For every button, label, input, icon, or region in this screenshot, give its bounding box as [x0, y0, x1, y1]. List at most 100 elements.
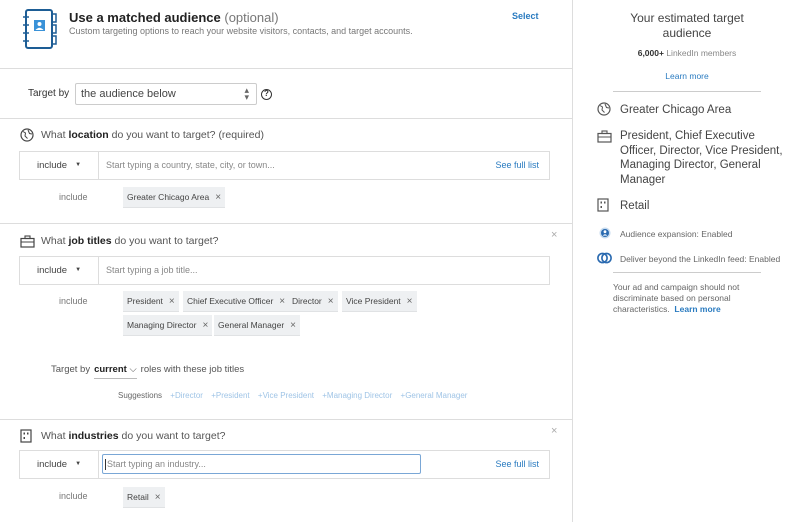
target-by-row: Target by the audience below ▴ ▾ ? — [0, 69, 573, 119]
suggestion-chip[interactable]: +President — [211, 391, 249, 400]
job-title-pill: General Manager × — [214, 315, 300, 336]
location-include-dropdown[interactable]: include ▼ — [20, 152, 99, 179]
remove-icon[interactable]: × — [279, 296, 285, 307]
linkedin-network-icon — [597, 252, 612, 264]
remove-icon[interactable]: × — [290, 320, 296, 331]
audience-expansion-status: Audience expansion: Enabled — [620, 229, 733, 239]
matched-audience-subtitle: Custom targeting options to reach your w… — [69, 26, 413, 36]
target-by-value: the audience below — [81, 88, 176, 100]
target-by-label: Target by — [28, 88, 70, 99]
estimated-audience-title: Your estimated target audience — [630, 11, 744, 40]
chevron-down-icon: ⌵ — [129, 364, 137, 375]
location-see-full-list-link[interactable]: See full list — [495, 152, 539, 179]
summary-industries: Retail — [620, 200, 650, 212]
audience-count-value: 6,000+ — [637, 48, 664, 58]
title-pre: What — [41, 235, 69, 247]
question-circle-icon[interactable]: ? — [261, 89, 272, 100]
pill-label: Director — [292, 296, 322, 306]
job-titles-title: What job titles do you want to target? — [41, 235, 218, 247]
suggestion-chip[interactable]: +General Manager — [401, 391, 468, 400]
job-titles-input-box: include ▼ Start typing a job title... — [19, 256, 550, 285]
industries-title: What industries do you want to target? — [41, 430, 225, 442]
target-by-roles-suffix: roles with these job titles — [140, 364, 245, 375]
title-pre: What — [41, 129, 69, 141]
industries-placeholder: Start typing an industry... — [107, 459, 206, 469]
targeting-panel: Use a matched audience (optional) Custom… — [0, 0, 573, 522]
remove-icon[interactable]: × — [202, 320, 208, 331]
learn-more-link[interactable]: Learn more — [574, 71, 800, 81]
job-titles-selected-label: include — [59, 296, 88, 306]
industries-section: × What industries do you want to target?… — [0, 420, 573, 522]
pill-label: Managing Director — [127, 320, 197, 330]
close-industries-icon[interactable]: × — [551, 425, 557, 437]
industries-see-full-list-link[interactable]: See full list — [495, 451, 539, 478]
pill-label: Retail — [127, 492, 149, 502]
remove-icon[interactable]: × — [215, 192, 221, 203]
title-post: do you want to target? (required) — [108, 129, 264, 141]
job-title-pill: Managing Director × — [123, 315, 213, 336]
caret-down-icon: ▼ — [75, 267, 82, 273]
divider — [613, 272, 761, 273]
location-selected-label: include — [59, 192, 88, 202]
pill-label: General Manager — [218, 320, 285, 330]
remove-icon[interactable]: × — [328, 296, 334, 307]
industries-include-dropdown[interactable]: include ▼ — [20, 451, 99, 478]
role-timing-dropdown[interactable]: current ⌵ — [94, 364, 137, 379]
text-cursor — [105, 459, 106, 471]
job-titles-input[interactable]: Start typing a job title... — [106, 257, 198, 284]
disclaimer-learn-more-link[interactable]: Learn more — [674, 304, 720, 314]
matched-audience-title-text: Use a matched audience — [69, 10, 221, 25]
building-icon — [20, 429, 32, 443]
job-title-pill: President × — [123, 291, 179, 312]
include-label: include — [36, 265, 68, 277]
location-section: What location do you want to target? (re… — [0, 120, 573, 224]
job-title-pill: Vice President × — [342, 291, 417, 312]
include-label: include — [36, 160, 68, 172]
globe-icon — [20, 128, 34, 142]
title-post: do you want to target? — [118, 430, 226, 442]
pill-label: Vice President — [346, 296, 401, 306]
suggestion-chip[interactable]: +Vice President — [258, 391, 314, 400]
audience-count: 6,000+ LinkedIn members — [574, 48, 800, 58]
industries-selected-label: include — [59, 491, 88, 501]
briefcase-icon — [20, 235, 35, 248]
industries-input[interactable]: Start typing an industry... — [102, 454, 421, 474]
divider — [613, 91, 761, 92]
target-by-roles-label: Target by — [51, 364, 91, 375]
suggestion-chip[interactable]: +Director — [170, 391, 203, 400]
address-book-icon — [23, 9, 57, 49]
caret-down-icon: ▼ — [75, 162, 82, 168]
title-bold: industries — [68, 430, 119, 442]
location-input[interactable]: Start typing a country, state, city, or … — [106, 152, 275, 179]
globe-icon — [597, 102, 611, 116]
select-matched-audience-link[interactable]: Select — [512, 11, 539, 21]
title-post: do you want to target? — [111, 235, 219, 247]
target-by-select[interactable]: the audience below ▴ ▾ — [75, 83, 257, 105]
suggestions-label: Suggestions — [118, 391, 163, 400]
job-title-pill: Director × — [288, 291, 338, 312]
suggestion-chip[interactable]: +Managing Director — [322, 391, 392, 400]
include-label: include — [36, 459, 68, 471]
location-input-box: include ▼ Start typing a country, state, … — [19, 151, 550, 180]
building-icon — [597, 198, 609, 212]
remove-icon[interactable]: × — [155, 492, 161, 503]
discrimination-disclaimer: Your ad and campaign should not discrimi… — [613, 282, 773, 315]
job-title-suggestions: Suggestions +Director +President +Vice P… — [118, 391, 467, 400]
title-bold: job titles — [68, 235, 112, 247]
pill-label: Chief Executive Officer — [187, 296, 274, 306]
job-titles-include-dropdown[interactable]: include ▼ — [20, 257, 99, 284]
audience-expansion-icon — [599, 227, 611, 239]
title-pre: What — [41, 430, 69, 442]
remove-icon[interactable]: × — [407, 296, 413, 307]
remove-icon[interactable]: × — [169, 296, 175, 307]
pill-label: Greater Chicago Area — [127, 192, 210, 202]
matched-audience-section: Use a matched audience (optional) Custom… — [0, 0, 573, 69]
industries-input-box: include ▼ Start typing an industry... See… — [19, 450, 550, 479]
close-job-titles-icon[interactable]: × — [551, 229, 557, 241]
briefcase-icon — [597, 130, 612, 143]
matched-audience-title: Use a matched audience (optional) — [69, 10, 279, 25]
audience-count-suffix: LinkedIn members — [663, 48, 737, 58]
summary-location: Greater Chicago Area — [620, 104, 732, 116]
location-pill: Greater Chicago Area × — [123, 187, 226, 208]
summary-job-titles: President, Chief Executive Officer, Dire… — [620, 130, 783, 186]
